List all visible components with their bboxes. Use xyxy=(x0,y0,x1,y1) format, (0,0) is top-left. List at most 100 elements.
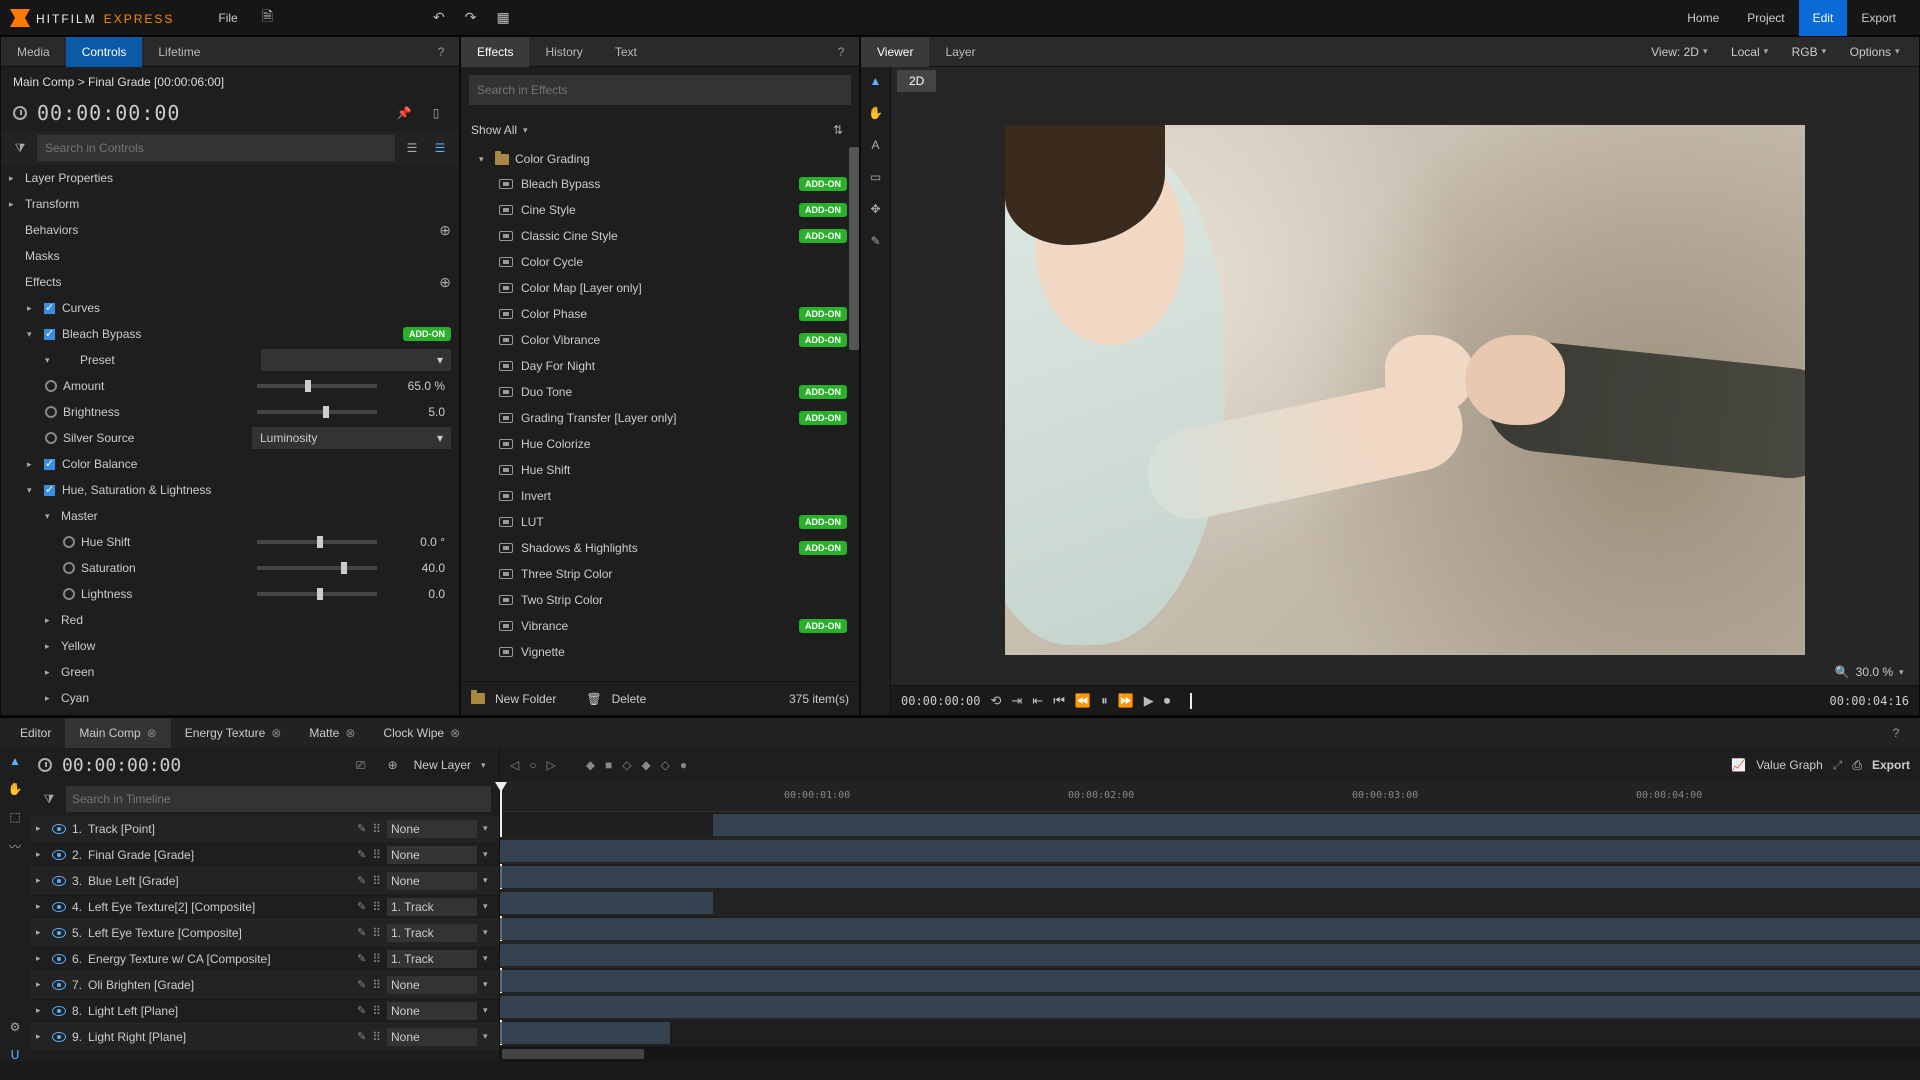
mask-rect-tool-icon[interactable]: ▭ xyxy=(866,167,886,187)
caret-icon[interactable]: ▾ xyxy=(27,329,37,340)
visibility-icon[interactable] xyxy=(52,1006,66,1016)
zoom-value[interactable]: 30.0 % xyxy=(1856,665,1893,679)
grip-icon[interactable]: ⠿ xyxy=(372,848,381,862)
diamond-icon[interactable]: ◆ xyxy=(586,758,595,772)
grid-icon[interactable]: ▦ xyxy=(486,9,519,26)
tree-row[interactable]: ▸Transform xyxy=(1,191,459,217)
filter-icon[interactable]: ⧩ xyxy=(9,137,31,159)
effect-item[interactable]: Hue Shift xyxy=(461,457,855,483)
layer-row[interactable]: ▸6.Energy Texture w/ CA [Composite]✎⠿1. … xyxy=(30,946,499,972)
circle-icon[interactable]: ● xyxy=(680,758,687,772)
controls-search-input[interactable] xyxy=(37,135,395,161)
visibility-icon[interactable] xyxy=(52,824,66,834)
caret-icon[interactable]: ▸ xyxy=(9,173,19,184)
chevron-down-icon[interactable]: ▾ xyxy=(483,1005,493,1016)
track[interactable] xyxy=(500,1020,1920,1046)
play-icon[interactable]: ▶ xyxy=(1144,693,1154,709)
track[interactable] xyxy=(500,968,1920,994)
layer-name[interactable]: Oli Brighten [Grade] xyxy=(88,978,351,992)
effect-item[interactable]: Color Map [Layer only] xyxy=(461,275,855,301)
zoom-icon[interactable]: 🔍 xyxy=(1835,665,1850,679)
timeline-timecode[interactable]: 00:00:00:00 xyxy=(62,755,181,776)
tab-media[interactable]: Media xyxy=(1,37,66,67)
chevron-down-icon[interactable]: ▾ xyxy=(483,901,493,912)
options-dropdown[interactable]: Options▾ xyxy=(1846,45,1909,59)
layer-name[interactable]: Energy Texture w/ CA [Composite] xyxy=(88,952,351,966)
caret-icon[interactable]: ▸ xyxy=(36,1005,46,1016)
checkbox[interactable] xyxy=(43,328,56,341)
viewer-2d-tab[interactable]: 2D xyxy=(897,70,936,92)
timeline-tab[interactable]: Clock Wipe⊗ xyxy=(369,718,474,748)
effect-item[interactable]: Color Cycle xyxy=(461,249,855,275)
help-icon[interactable]: ? xyxy=(829,40,853,64)
tab-viewer[interactable]: Viewer xyxy=(861,37,929,67)
diamond-icon[interactable]: ◆ xyxy=(641,758,650,772)
value-graph-button[interactable]: Value Graph xyxy=(1756,758,1823,772)
caret-icon[interactable]: ▸ xyxy=(36,979,46,990)
effect-item[interactable]: Cine StyleADD-ON xyxy=(461,197,855,223)
track[interactable] xyxy=(500,916,1920,942)
clip[interactable] xyxy=(500,866,1920,888)
caret-icon[interactable]: ▸ xyxy=(36,1031,46,1042)
close-icon[interactable]: ⊗ xyxy=(147,718,157,748)
layer-name[interactable]: Blue Left [Grade] xyxy=(88,874,351,888)
scrollbar[interactable] xyxy=(849,147,859,350)
help-icon[interactable]: ? xyxy=(429,40,453,64)
slider[interactable] xyxy=(257,592,377,596)
parent-dropdown[interactable]: None xyxy=(387,820,477,838)
effect-item[interactable]: VibranceADD-ON xyxy=(461,613,855,639)
slice-tool-icon[interactable]: 〰 xyxy=(9,838,21,855)
caret-icon[interactable]: ▸ xyxy=(36,823,46,834)
caret-icon[interactable]: ▾ xyxy=(27,485,37,496)
layer-name[interactable]: Left Eye Texture[2] [Composite] xyxy=(88,900,351,914)
show-all-dropdown[interactable]: Show All xyxy=(471,123,517,137)
filter-icon[interactable]: ⧩ xyxy=(38,788,60,810)
caret-icon[interactable] xyxy=(9,277,19,287)
tab-controls[interactable]: Controls xyxy=(66,37,143,67)
step-back-icon[interactable]: ⏪ xyxy=(1075,693,1091,709)
param-value[interactable]: 40.0 xyxy=(391,561,451,575)
parent-dropdown[interactable]: None xyxy=(387,872,477,890)
clip[interactable] xyxy=(500,840,1920,862)
set-out-icon[interactable]: ⇤ xyxy=(1032,693,1043,709)
edit-icon[interactable]: ✎ xyxy=(357,848,366,861)
layer-row[interactable]: ▸8.Light Left [Plane]✎⠿None▾ xyxy=(30,998,499,1024)
param-value[interactable]: 5.0 xyxy=(391,405,451,419)
tree-row[interactable]: ▸Green xyxy=(1,659,459,685)
tree-row[interactable]: Amount65.0 % xyxy=(1,373,459,399)
effect-item[interactable]: Three Strip Color xyxy=(461,561,855,587)
grip-icon[interactable]: ⠿ xyxy=(372,1030,381,1044)
keyframe-icon[interactable] xyxy=(63,588,75,600)
add-icon[interactable]: ⊕ xyxy=(439,222,451,239)
tree-row[interactable]: Masks xyxy=(1,243,459,269)
undo-icon[interactable]: ↶ xyxy=(423,9,455,26)
effect-item[interactable]: Vignette xyxy=(461,639,855,665)
layer-name[interactable]: Left Eye Texture [Composite] xyxy=(88,926,351,940)
effects-search-input[interactable] xyxy=(469,75,851,105)
sort-icon[interactable]: ⇅ xyxy=(827,119,849,141)
graph-icon[interactable]: 📈 xyxy=(1731,758,1746,772)
record-icon[interactable]: ⏺ xyxy=(1164,693,1171,709)
track[interactable] xyxy=(500,838,1920,864)
goto-start-icon[interactable]: ⏮ xyxy=(1053,693,1065,709)
track[interactable] xyxy=(500,942,1920,968)
caret-icon[interactable]: ▸ xyxy=(36,849,46,860)
tree-row[interactable]: ▸Blue xyxy=(1,711,459,715)
clip[interactable] xyxy=(500,1022,670,1044)
caret-icon[interactable]: ▸ xyxy=(36,901,46,912)
tree-row[interactable]: ▸Cyan xyxy=(1,685,459,711)
clip[interactable] xyxy=(713,814,1920,836)
chevron-down-icon[interactable]: ▾ xyxy=(479,154,489,165)
clip[interactable] xyxy=(500,970,1920,992)
new-layer-button[interactable]: New Layer xyxy=(414,758,471,772)
loop-icon[interactable]: ⟲ xyxy=(990,693,1001,709)
tree-row[interactable]: Saturation40.0 xyxy=(1,555,459,581)
nav-edit[interactable]: Edit xyxy=(1799,0,1848,36)
edit-icon[interactable]: ✎ xyxy=(357,900,366,913)
caret-icon[interactable]: ▸ xyxy=(27,303,37,314)
caret-icon[interactable]: ▸ xyxy=(45,693,55,704)
chevron-down-icon[interactable]: ▾ xyxy=(483,849,493,860)
tree-row[interactable]: Brightness5.0 xyxy=(1,399,459,425)
effect-item[interactable]: Color PhaseADD-ON xyxy=(461,301,855,327)
controls-timecode[interactable]: 00:00:00:00 xyxy=(37,101,180,125)
